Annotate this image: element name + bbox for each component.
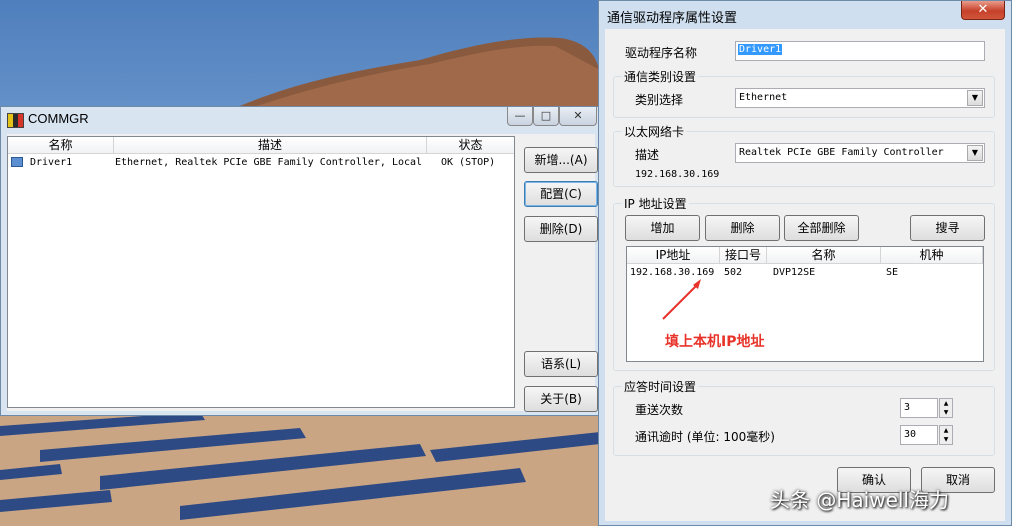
- retry-stepper[interactable]: ▲ ▼: [939, 398, 953, 418]
- ethernet-card-value: Realtek PCIe GBE Family Controller: [739, 147, 944, 158]
- ethernet-desc-label: 描述: [635, 148, 660, 162]
- driver-list[interactable]: 名称 描述 状态 Driver1 Ethernet, Realtek PCIe …: [7, 136, 515, 408]
- annotation-arrow-icon: [662, 279, 701, 320]
- dialog-client: 驱动程序名称 Driver1 通信类别设置 类别选择 Ethernet ▼ 以太…: [605, 29, 1005, 521]
- search-button[interactable]: 搜寻: [910, 215, 985, 241]
- name-cell: DVP12SE: [773, 267, 816, 278]
- port-cell: 502: [724, 267, 743, 278]
- chevron-down-icon[interactable]: ▼: [940, 435, 952, 444]
- driver-properties-dialog: 通信驱动程序属性设置 ✕ 驱动程序名称 Driver1 通信类别设置 类别选择 …: [598, 0, 1012, 526]
- close-button[interactable]: ✕: [559, 107, 597, 126]
- retry-value: 3: [904, 402, 911, 413]
- driver-name-value: Driver1: [738, 44, 783, 55]
- response-group-title: 应答时间设置: [622, 378, 699, 395]
- response-time-group: 应答时间设置 重送次数 3 ▲ ▼ 通讯逾时 (单位: 100毫秒) 30 ▲ …: [613, 378, 995, 456]
- model-cell: SE: [886, 267, 899, 278]
- retry-label: 重送次数: [635, 403, 684, 417]
- column-header-desc[interactable]: 描述: [114, 137, 427, 154]
- chevron-up-icon[interactable]: ▲: [940, 426, 952, 435]
- comm-type-select[interactable]: Ethernet ▼: [735, 88, 985, 108]
- timeout-value: 30: [904, 429, 917, 440]
- timeout-stepper[interactable]: ▲ ▼: [939, 425, 953, 445]
- delete-ip-button[interactable]: 删除: [705, 215, 780, 241]
- ip-list[interactable]: IP地址 接口号 名称 机种 192.168.30.169 502 DVP12S…: [626, 246, 984, 362]
- commgr-title: COMMGR: [28, 111, 89, 126]
- retry-input[interactable]: 3: [900, 398, 938, 418]
- close-icon[interactable]: ✕: [961, 1, 1005, 20]
- commgr-client: 名称 描述 状态 Driver1 Ethernet, Realtek PCIe …: [7, 134, 598, 412]
- column-header-ip[interactable]: IP地址: [627, 247, 720, 264]
- timeout-label: 通讯逾时 (单位: 100毫秒): [635, 430, 775, 444]
- language-button[interactable]: 语系(L): [524, 351, 598, 377]
- add-driver-button[interactable]: 新增...(A): [524, 147, 598, 173]
- maximize-button[interactable]: □: [533, 107, 559, 126]
- table-row[interactable]: Driver1 Ethernet, Realtek PCIe GBE Famil…: [8, 155, 514, 171]
- column-header-model[interactable]: 机种: [881, 247, 983, 264]
- watermark: 头条 @Haiwell海力: [770, 488, 949, 512]
- ethernet-card-group: 以太网络卡 描述 Realtek PCIe GBE Family Control…: [613, 123, 995, 187]
- chevron-down-icon[interactable]: ▼: [967, 90, 983, 106]
- ip-settings-group: IP 地址设置 增加 删除 全部删除 搜寻 IP地址 接口号 名称 机种 192…: [613, 195, 995, 371]
- app-icon: [7, 113, 24, 128]
- delete-all-button[interactable]: 全部删除: [784, 215, 859, 241]
- column-header-name[interactable]: 名称: [767, 247, 881, 264]
- comm-type-label: 类别选择: [635, 93, 684, 107]
- commgr-titlebar[interactable]: COMMGR — □ ✕: [1, 107, 599, 131]
- chevron-down-icon[interactable]: ▼: [940, 408, 952, 417]
- driver-name-input[interactable]: Driver1: [735, 41, 985, 61]
- about-button[interactable]: 关于(B): [524, 386, 598, 412]
- dialog-titlebar[interactable]: 通信驱动程序属性设置 ✕: [599, 1, 1011, 25]
- driver-name-label: 驱动程序名称: [625, 46, 698, 60]
- config-button[interactable]: 配置(C): [524, 181, 598, 207]
- column-header-name[interactable]: 名称: [8, 137, 114, 154]
- minimize-button[interactable]: —: [507, 107, 533, 126]
- dialog-title: 通信驱动程序属性设置: [607, 10, 738, 25]
- timeout-input[interactable]: 30: [900, 425, 938, 445]
- ethernet-card-select[interactable]: Realtek PCIe GBE Family Controller ▼: [735, 143, 985, 163]
- chevron-down-icon[interactable]: ▼: [967, 145, 983, 161]
- add-ip-button[interactable]: 增加: [625, 215, 700, 241]
- column-header-status[interactable]: 状态: [427, 137, 514, 154]
- driver-name-cell: Driver1: [30, 157, 73, 168]
- ethernet-ip-text: 192.168.30.169: [635, 169, 720, 180]
- ethernet-group-title: 以太网络卡: [622, 123, 687, 140]
- column-header-port[interactable]: 接口号: [720, 247, 767, 264]
- comm-type-group-title: 通信类别设置: [622, 68, 699, 85]
- driver-desc-cell: Ethernet, Realtek PCIe GBE Family Contro…: [115, 157, 423, 168]
- delete-driver-button[interactable]: 删除(D): [524, 216, 598, 242]
- commgr-window: COMMGR — □ ✕ 名称 描述 状态 Driver1 Ethernet, …: [0, 106, 600, 416]
- annotation-text: 填上本机IP地址: [665, 334, 765, 350]
- comm-type-group: 通信类别设置 类别选择 Ethernet ▼: [613, 68, 995, 118]
- comm-type-value: Ethernet: [739, 92, 788, 103]
- ip-group-title: IP 地址设置: [622, 195, 689, 212]
- solar-panels-scenery: [0, 410, 600, 526]
- driver-status-cell: OK (STOP): [441, 157, 496, 168]
- network-driver-icon: [11, 157, 23, 167]
- chevron-up-icon[interactable]: ▲: [940, 399, 952, 408]
